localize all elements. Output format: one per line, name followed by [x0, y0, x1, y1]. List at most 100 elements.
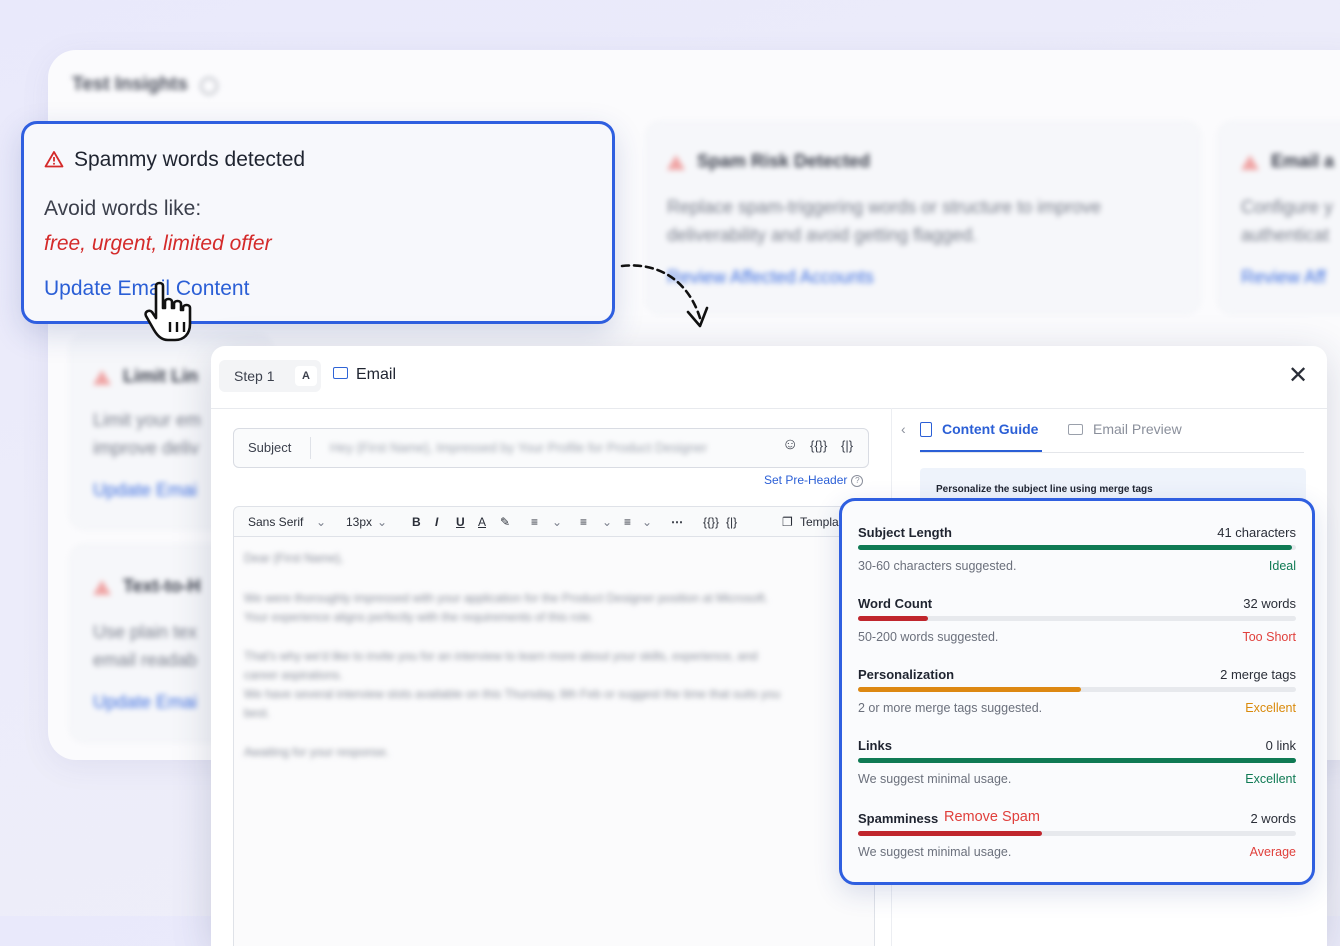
metric-name: Word Count	[858, 596, 933, 611]
emoji-icon[interactable]: ☺	[782, 436, 798, 454]
template-icon[interactable]: ❐	[782, 515, 793, 529]
divider	[310, 437, 311, 459]
metric-hint: 30-60 characters suggested.	[858, 559, 1017, 573]
metric-hint: We suggest minimal usage.	[858, 772, 1012, 786]
progress-fill	[858, 616, 929, 621]
active-tab-indicator	[920, 450, 1042, 452]
body-paragraph: Dear {First Name},	[244, 551, 344, 565]
template-button[interactable]: Templa	[800, 515, 839, 529]
progress-track	[858, 687, 1296, 692]
variant-badge: A	[295, 366, 317, 386]
document-icon	[920, 421, 932, 437]
tab-content-guide[interactable]: Content Guide	[920, 421, 1038, 438]
metric-name: Subject Length	[858, 525, 952, 540]
card-desc: Configure y	[1241, 197, 1334, 217]
spam-words: free, urgent, limited offer	[44, 232, 272, 255]
email-body-editor[interactable]: Dear {First Name}, We were thoroughly im…	[233, 536, 875, 946]
progress-track	[858, 831, 1296, 836]
progress-fill	[858, 687, 1082, 692]
metric-name: Spamminess	[858, 811, 939, 826]
mail-icon	[333, 366, 348, 379]
remove-spam-button[interactable]: Remove Spam	[944, 809, 1040, 825]
progress-fill	[858, 758, 1296, 763]
metric-links: Links 0 link We suggest minimal usage. E…	[858, 738, 1296, 800]
metric-value: 2 words	[1250, 811, 1296, 826]
metric-word-count: Word Count 32 words 50-200 words suggest…	[858, 596, 1296, 658]
metric-personalization: Personalization 2 merge tags 2 or more m…	[858, 667, 1296, 729]
chevron-down-icon[interactable]: ⌄	[602, 515, 612, 529]
dashed-arrow-icon	[620, 264, 709, 328]
close-icon[interactable]: ✕	[1288, 364, 1308, 388]
spammy-words-card: Spammy words detected Avoid words like: …	[21, 121, 615, 342]
set-preheader-link[interactable]: Set Pre-Header?	[764, 473, 864, 487]
card-desc: Replace spam-triggering words or structu…	[667, 197, 1102, 217]
chevron-left-icon[interactable]: ‹	[901, 421, 906, 437]
chevron-down-icon[interactable]: ⌄	[552, 515, 562, 529]
metric-status: Average	[1249, 845, 1296, 859]
chevron-down-icon[interactable]: ⌄	[377, 515, 387, 529]
card-desc: Use plain tex	[93, 622, 198, 642]
tab-email-preview[interactable]: Email Preview	[1068, 421, 1182, 437]
step-tab[interactable]: Step 1 A	[219, 360, 321, 392]
chevron-down-icon[interactable]: ⌄	[642, 515, 652, 529]
bold-button[interactable]: B	[412, 515, 421, 529]
align-icon[interactable]: ≡	[531, 515, 538, 529]
metric-hint: 2 or more merge tags suggested.	[858, 701, 1043, 715]
insight-card-email-auth[interactable]: Email a Configure y authenticat Review A…	[1218, 122, 1340, 314]
card-desc: improve deliv	[93, 438, 200, 458]
chevron-down-icon[interactable]: ⌄	[316, 515, 326, 529]
metric-spamminess: Spamminess Remove Spam 2 words We sugges…	[858, 809, 1296, 873]
card-title: Email a	[1271, 151, 1335, 171]
card-title: Text-to-H	[123, 576, 201, 596]
subject-label: Subject	[248, 440, 292, 455]
metric-name: Personalization	[858, 667, 955, 682]
tab-email[interactable]: Email	[333, 366, 396, 384]
more-icon[interactable]: ⋯	[671, 515, 683, 529]
tab-label: Email Preview	[1093, 421, 1182, 437]
tab-label: Content Guide	[942, 421, 1039, 437]
merge-field-icon[interactable]: {|}	[726, 515, 737, 529]
subject-input[interactable]: Hey {First Name}, Impressed by Your Prof…	[330, 440, 707, 455]
merge-field-icon[interactable]: {|}	[841, 438, 853, 453]
hand-cursor-icon	[144, 281, 192, 342]
card-link[interactable]: Update Emai	[93, 692, 197, 713]
modal-header: Step 1 A Email ✕	[211, 346, 1327, 409]
card-desc: email readab	[93, 650, 198, 670]
metric-name: Links	[858, 738, 892, 753]
merge-tag-icon[interactable]: {{}}	[703, 515, 719, 529]
metric-value: 0 link	[1265, 738, 1296, 753]
progress-fill	[858, 545, 1292, 550]
editor-toolbar: Sans Serif ⌄ 13px ⌄ B I U A ✎ ≡ ⌄ ≡ ⌄ ≡ …	[233, 506, 875, 537]
help-icon[interactable]: ?	[851, 474, 864, 487]
metric-status: Excellent	[1245, 772, 1296, 786]
numbered-list-icon[interactable]: ≡	[580, 515, 587, 529]
card-title: Limit Lin	[123, 366, 198, 386]
subject-field[interactable]: Subject Hey {First Name}, Impressed by Y…	[233, 428, 869, 468]
content-metrics-card: Subject Length 41 characters 30-60 chara…	[839, 498, 1315, 885]
highlight-icon[interactable]: ✎	[500, 515, 510, 529]
avoid-label: Avoid words like:	[44, 197, 202, 220]
bullet-list-icon[interactable]: ≡	[624, 515, 631, 529]
help-icon[interactable]	[200, 77, 218, 95]
warning-icon	[93, 369, 111, 385]
email-tab-label: Email	[356, 366, 397, 383]
card-link[interactable]: Review Aff	[1241, 267, 1326, 288]
step-label: Step 1	[234, 368, 275, 384]
progress-track	[858, 758, 1296, 763]
metric-value: 2 merge tags	[1220, 667, 1296, 682]
body-paragraph: We were thoroughly impressed with your a…	[244, 591, 769, 624]
text-color-button[interactable]: A	[478, 515, 486, 529]
card-title: Spam Risk Detected	[697, 151, 871, 171]
insight-card-spam-risk[interactable]: Spam Risk Detected Replace spam-triggeri…	[646, 122, 1200, 314]
underline-button[interactable]: U	[456, 515, 465, 529]
font-select[interactable]: Sans Serif	[248, 515, 303, 529]
card-link[interactable]: Update Emai	[93, 480, 197, 501]
italic-button[interactable]: I	[435, 515, 438, 529]
font-size-select[interactable]: 13px	[346, 515, 372, 529]
tip-text: Personalize the subject line using merge…	[936, 484, 1153, 495]
metric-hint: 50-200 words suggested.	[858, 630, 999, 644]
progress-track	[858, 616, 1296, 621]
metric-status: Ideal	[1268, 559, 1296, 573]
merge-tag-icon[interactable]: {{}}	[810, 438, 827, 453]
metric-subject-length: Subject Length 41 characters 30-60 chara…	[858, 525, 1296, 587]
